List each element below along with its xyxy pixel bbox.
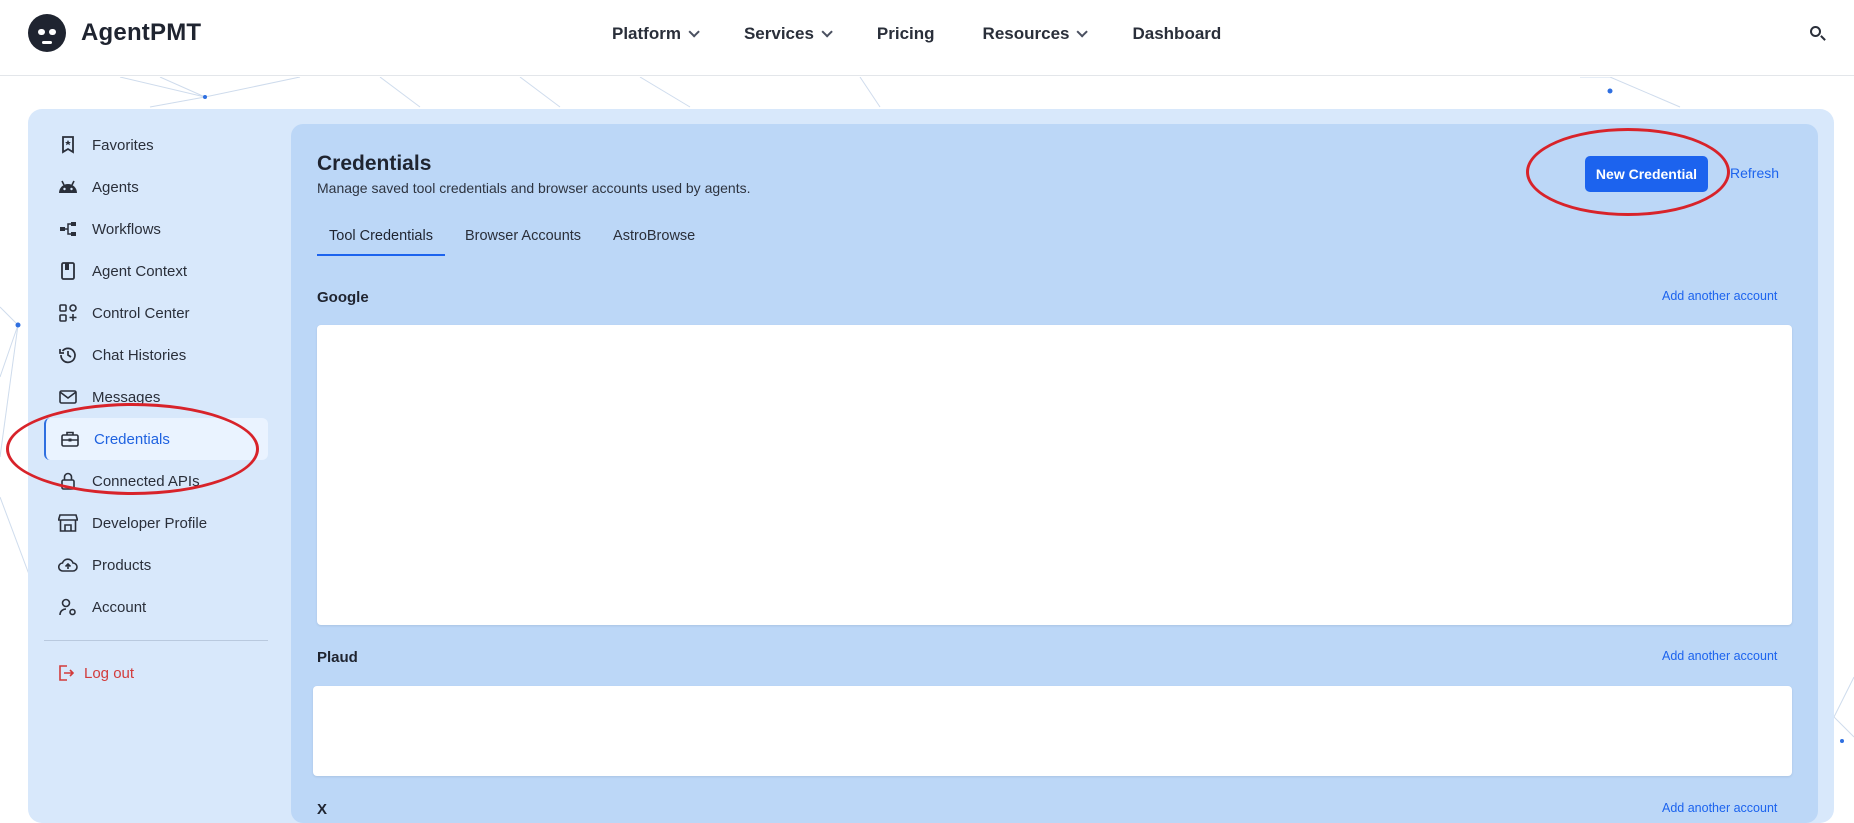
- sidebar-item-messages[interactable]: Messages: [44, 376, 268, 418]
- nav-resources[interactable]: Resources: [982, 24, 1089, 44]
- sidebar-item-products[interactable]: Products: [44, 544, 268, 586]
- lock-icon: [58, 471, 78, 491]
- tab-browser-accounts[interactable]: Browser Accounts: [453, 222, 593, 256]
- main-nav: Platform Services Pricing Resources Dash…: [612, 0, 1269, 68]
- chevron-down-icon: [688, 26, 700, 38]
- logout-button[interactable]: Log out: [44, 653, 268, 693]
- bookmark-icon: [58, 135, 78, 155]
- sidebar-item-label: Control Center: [92, 304, 190, 322]
- android-icon: [58, 177, 78, 197]
- sidebar-item-label: Agents: [92, 178, 139, 196]
- nav-services-label: Services: [743, 24, 814, 43]
- nav-pricing[interactable]: Pricing: [877, 24, 935, 44]
- group-title-google: Google: [317, 289, 369, 306]
- sidebar-item-label: Chat Histories: [92, 346, 187, 364]
- credential-row[interactable]: [317, 428, 1792, 531]
- logout-icon: [58, 665, 74, 681]
- grid-plus-icon: [58, 303, 78, 323]
- brand-logo-link[interactable]: AgentPMT: [28, 14, 201, 52]
- tab-tool-credentials[interactable]: Tool Credentials: [317, 222, 445, 256]
- top-navigation-bar: AgentPMT Platform Services Pricing Resou…: [0, 0, 1854, 76]
- refresh-link[interactable]: Refresh: [1730, 165, 1779, 181]
- credentials-tabs: Tool Credentials Browser Accounts AstroB…: [317, 222, 715, 256]
- sidebar-item-label: Agent Context: [92, 262, 188, 280]
- briefcase-icon: [60, 429, 80, 449]
- chevron-down-icon: [1076, 26, 1089, 38]
- nav-pricing-label: Pricing: [876, 24, 935, 43]
- plaud-credentials-card: [313, 686, 1792, 776]
- credential-row[interactable]: [313, 686, 1792, 776]
- history-icon: [58, 345, 78, 365]
- nav-dashboard-label: Dashboard: [1132, 24, 1222, 43]
- sidebar-item-account[interactable]: Account: [44, 586, 268, 628]
- sidebar-item-label: Products: [92, 556, 152, 574]
- book-icon: [58, 261, 78, 281]
- nav-services[interactable]: Services: [743, 24, 833, 44]
- sidebar-item-label: Connected APIs: [92, 472, 200, 490]
- workflow-icon: [58, 219, 78, 239]
- add-account-plaud[interactable]: Add another account: [1662, 649, 1777, 663]
- cloud-upload-icon: [58, 555, 78, 575]
- tab-astrobrowse[interactable]: AstroBrowse: [601, 222, 707, 256]
- group-title-x: X: [317, 801, 328, 818]
- sidebar-item-label: Credentials: [94, 430, 170, 448]
- robot-icon: [28, 14, 66, 52]
- credential-row[interactable]: [317, 325, 1792, 428]
- sidebar-item-favorites[interactable]: Favorites: [44, 124, 268, 166]
- sidebar-item-credentials[interactable]: Credentials: [44, 418, 268, 460]
- sidebar-item-label: Messages: [92, 388, 161, 406]
- store-icon: [58, 513, 78, 533]
- sidebar-item-workflows[interactable]: Workflows: [44, 208, 268, 250]
- sidebar-item-connected-apis[interactable]: Connected APIs: [44, 460, 268, 502]
- google-credentials-card: [317, 325, 1792, 625]
- sidebar-divider: [44, 640, 268, 641]
- nav-platform[interactable]: Platform: [612, 24, 700, 44]
- sidebar-item-label: Developer Profile: [92, 514, 208, 532]
- sidebar-item-label: Workflows: [92, 220, 161, 238]
- mail-icon: [58, 387, 78, 407]
- sidebar: Favorites Agents Workflows Agent Context…: [44, 124, 268, 693]
- sidebar-item-agent-context[interactable]: Agent Context: [44, 250, 268, 292]
- search-icon[interactable]: [1808, 24, 1828, 44]
- new-credential-button[interactable]: New Credential: [1585, 156, 1708, 192]
- page-subtitle: Manage saved tool credentials and browse…: [317, 180, 751, 196]
- sidebar-item-chat-histories[interactable]: Chat Histories: [44, 334, 268, 376]
- nav-dashboard[interactable]: Dashboard: [1132, 24, 1221, 44]
- page-title: Credentials: [317, 152, 432, 175]
- sidebar-item-control-center[interactable]: Control Center: [44, 292, 268, 334]
- add-account-google[interactable]: Add another account: [1662, 289, 1777, 303]
- chevron-down-icon: [821, 26, 833, 38]
- sidebar-item-developer-profile[interactable]: Developer Profile: [44, 502, 268, 544]
- brand-name: AgentPMT: [81, 19, 202, 46]
- sidebar-item-agents[interactable]: Agents: [44, 166, 268, 208]
- credential-row[interactable]: [317, 531, 1792, 625]
- user-gear-icon: [58, 597, 78, 617]
- nav-resources-label: Resources: [982, 24, 1070, 43]
- sidebar-item-label: Favorites: [92, 136, 154, 154]
- sidebar-item-label: Account: [92, 598, 147, 616]
- nav-platform-label: Platform: [612, 24, 681, 43]
- group-title-plaud: Plaud: [317, 649, 358, 666]
- add-account-x[interactable]: Add another account: [1662, 801, 1777, 815]
- logout-label: Log out: [84, 664, 135, 682]
